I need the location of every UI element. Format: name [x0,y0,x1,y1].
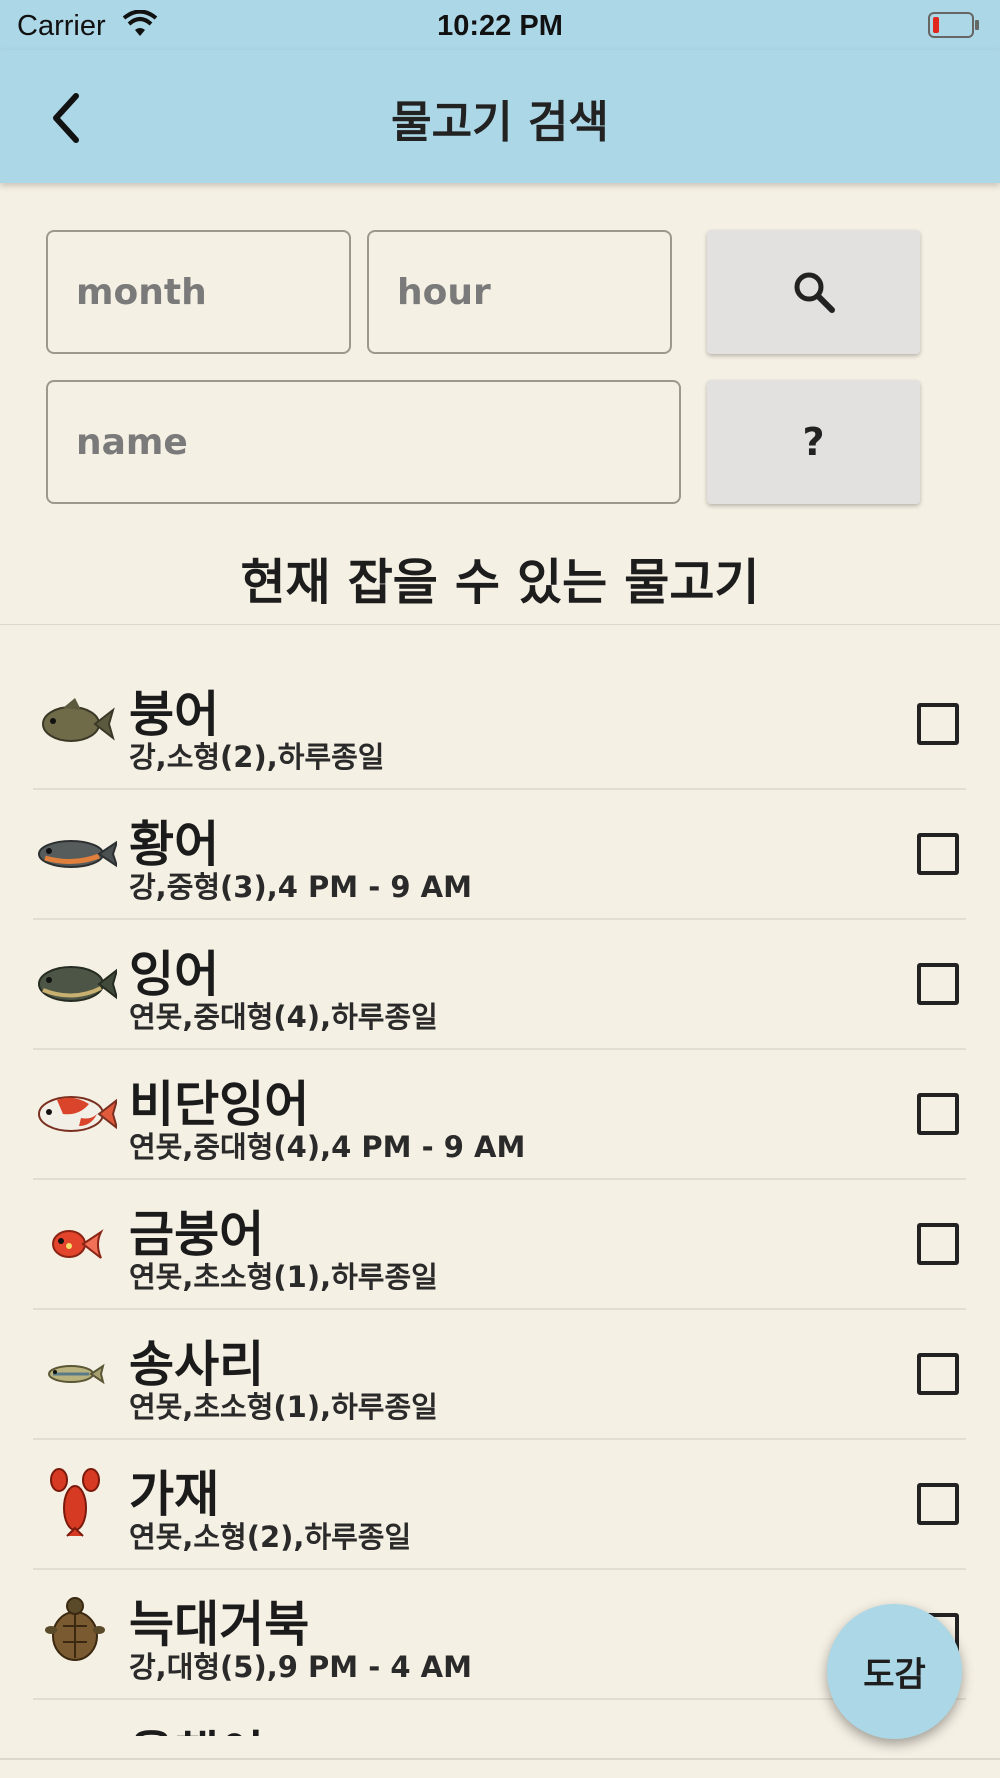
navigation-bar: 물고기 검색 [0,50,1000,183]
status-bar: Carrier 10:22 PM [0,0,1000,50]
encyclopedia-button-label: 도감 [863,1655,926,1695]
fish-info: 강,소형(2),하루종일 [129,740,385,774]
crawfish-icon [50,1468,100,1537]
list-item[interactable]: 송사리 연못,초소형(1),하루종일 [33,1310,966,1440]
divider [0,624,1000,625]
caught-checkbox[interactable] [917,1223,959,1265]
fish-info: 강,중형(3),4 PM - 9 AM [129,870,472,904]
search-button[interactable] [707,230,920,354]
list-item[interactable]: 늑대거북 강,대형(5),9 PM - 4 AM [33,1570,966,1700]
search-icon [794,272,835,313]
month-field[interactable] [46,230,351,354]
month-input[interactable] [76,271,349,313]
fish-info: 연못,초소형(1),하루종일 [129,1260,438,1294]
caught-checkbox[interactable] [917,1483,959,1525]
list-item[interactable]: 붕어 강,소형(2),하루종일 [33,660,966,790]
goldfish-icon [52,1229,104,1259]
list-item[interactable]: 올챙이 [33,1700,966,1736]
list-item[interactable]: 가재 연못,소형(2),하루종일 [33,1440,966,1570]
help-button-label: ? [802,420,825,464]
fish-info: 연못,초소형(1),하루종일 [129,1390,438,1424]
fish-info: 연못,소형(2),하루종일 [129,1520,412,1554]
dace-icon [38,840,117,868]
name-input[interactable] [76,421,679,463]
bottom-divider [0,1758,1000,1760]
list-item[interactable]: 금붕어 연못,초소형(1),하루종일 [33,1180,966,1310]
caught-checkbox[interactable] [917,963,959,1005]
killifish-icon [48,1363,105,1385]
list-item[interactable]: 비단잉어 연못,중대형(4),4 PM - 9 AM [33,1050,966,1180]
section-title: 현재 잡을 수 있는 물고기 [240,554,760,611]
caught-checkbox[interactable] [917,1353,959,1395]
list-item[interactable]: 황어 강,중형(3),4 PM - 9 AM [33,790,966,920]
name-field[interactable] [46,380,681,504]
status-time: 10:22 PM [437,10,563,42]
hour-field[interactable] [367,230,672,354]
tadpole-icon [33,1720,117,1736]
snapping-turtle-icon [45,1597,105,1661]
fish-name: 올챙이 [129,1715,264,1736]
crucian-carp-icon [42,698,115,742]
page-title: 물고기 검색 [391,97,609,148]
battery-icon [928,12,979,38]
koi-icon [38,1096,117,1132]
help-button[interactable]: ? [707,380,920,504]
hour-input[interactable] [397,271,670,313]
fish-info: 연못,중대형(4),4 PM - 9 AM [129,1130,526,1164]
caught-checkbox[interactable] [917,1093,959,1135]
fish-info: 강,대형(5),9 PM - 4 AM [129,1650,472,1684]
fish-info: 연못,중대형(4),하루종일 [129,1000,438,1034]
fish-list[interactable]: 붕어 강,소형(2),하루종일 황어 강,중형(3),4 PM - 9 AM 잉… [0,660,1000,1736]
caught-checkbox[interactable] [917,833,959,875]
caught-checkbox[interactable] [917,703,959,745]
encyclopedia-button[interactable]: 도감 [827,1604,962,1739]
list-item[interactable]: 잉어 연못,중대형(4),하루종일 [33,920,966,1050]
carp-icon [38,966,117,1002]
